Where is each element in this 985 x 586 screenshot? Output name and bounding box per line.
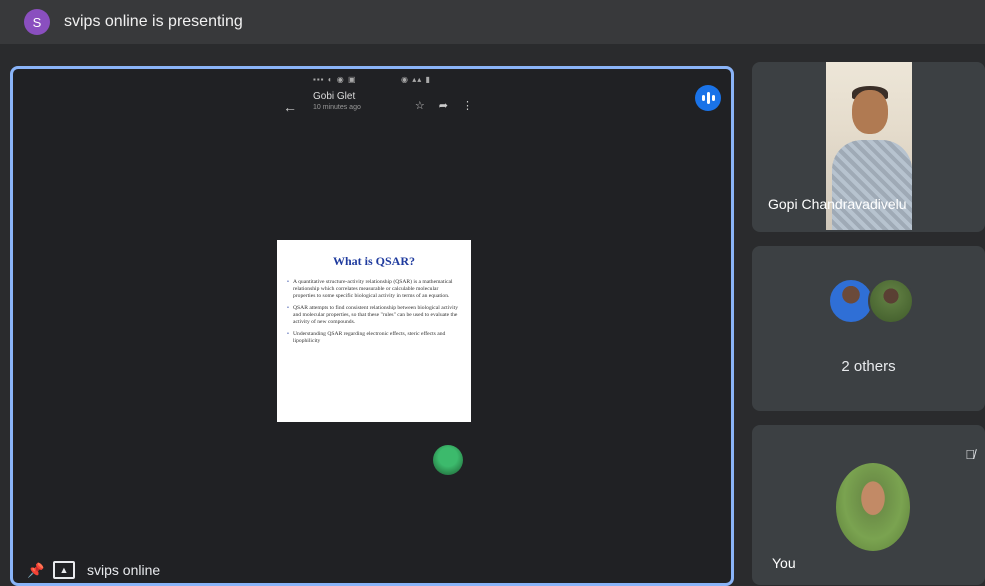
phone-status-right: ◉ ▴▴ ▮ [401,75,431,84]
floating-avatar [433,445,463,475]
present-screen-icon[interactable]: ▲ [53,561,75,579]
participant-name: Gopi Chandravadivelu [768,196,907,212]
main-presentation-tile[interactable]: ▪▪▪ ◐ ◉ ▣ ◉ ▴▴ ▮ ← Gobi Glet 10 minutes … [10,66,734,586]
phone-status-left: ▪▪▪ ◐ ◉ ▣ [313,75,357,84]
avatar [836,463,910,551]
back-arrow-icon: ← [283,99,297,115]
avatar [868,278,914,324]
presenter-avatar: S [24,9,50,35]
participant-tile-gopi[interactable]: Gopi Chandravadivelu [752,62,985,232]
slide-bullet: A quantitative structure-activity relati… [287,279,461,300]
share-arrow-icon: ➦ [438,100,448,112]
top-bar: S svips online is presenting [0,0,985,44]
chat-actions: ☆ ➦ ⋮ [415,99,473,112]
participant-tile-you[interactable]: 🎙̸ You [752,425,985,585]
pin-icon[interactable]: 📌 [27,562,44,578]
others-avatars [828,278,914,324]
more-vert-icon: ⋮ [462,100,473,112]
video-head [852,90,888,134]
mic-off-icon: 🎙̸ [965,447,975,462]
presenter-name: svips online [87,562,161,578]
video-shirt [832,140,912,230]
others-label: 2 others [841,358,896,375]
phone-chat-header: ← Gobi Glet 10 minutes ago ☆ ➦ ⋮ [283,91,473,125]
presenting-title: svips online is presenting [64,13,243,30]
participant-tile-others[interactable]: 2 others [752,246,985,411]
chat-name: Gobi Glet [313,91,356,102]
chat-time: 10 minutes ago [313,104,361,111]
slide-title: What is QSAR? [332,254,415,268]
star-icon: ☆ [414,100,425,112]
slide-bullet: QSAR attempts to find consistent relatio… [287,305,461,326]
slide-bullet: Understanding QSAR regarding electronic … [287,331,461,345]
shared-slide: What is QSAR? A quantitative structure-a… [277,240,471,422]
you-label: You [772,555,796,571]
main-tile-footer: 📌 ▲ svips online [27,561,160,579]
slide-bullets: A quantitative structure-activity relati… [287,279,461,345]
speaking-indicator-icon [695,85,721,111]
